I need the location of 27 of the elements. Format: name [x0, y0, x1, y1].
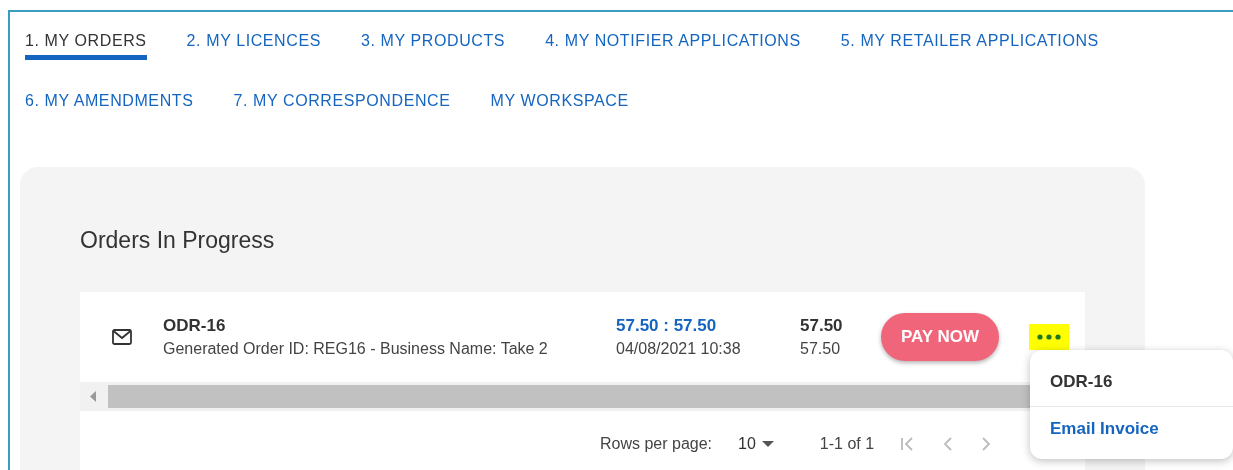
page-range: 1-1 of 1 [819, 434, 875, 453]
menu-item[interactable]: Email Invoice [1030, 407, 1179, 459]
more-icon [1037, 334, 1061, 340]
order-date: 04/08/2021 10:38 [616, 340, 742, 358]
pay-now-button[interactable]: PAY NOW [881, 313, 999, 361]
order-amount: 57.50 [800, 340, 842, 358]
section-title: Orders In Progress [80, 227, 276, 254]
tab[interactable]: MY WORKSPACE [490, 72, 629, 120]
tab[interactable]: 3. MY PRODUCTS [361, 12, 506, 60]
order-id: ODR-16 [163, 316, 227, 336]
more-button[interactable] [1029, 324, 1069, 350]
rows-per-page-select[interactable]: 10 [732, 433, 780, 454]
order-total: 57.50 [800, 316, 844, 336]
tab[interactable]: 2. MY LICENCES [186, 12, 321, 60]
amount-ratio: 57.50 : 57.50 [616, 316, 718, 336]
tab[interactable]: 5. MY RETAILER APPLICATIONS [840, 12, 1099, 60]
previous-page-button[interactable] [942, 435, 955, 452]
next-page-button[interactable] [980, 435, 993, 452]
order-description: Generated Order ID: REG16 - Business Name: Take 2 [163, 340, 549, 358]
envelope-icon [111, 329, 132, 345]
rows-per-page-label: Rows per page: [600, 434, 713, 453]
menu-title: ODR-16 [1030, 350, 1233, 407]
caret-icon [761, 440, 774, 447]
tab[interactable]: 6. MY AMENDMENTS [25, 72, 194, 120]
tab[interactable]: 7. MY CORRESPONDENCE [233, 72, 451, 120]
tab[interactable]: 1. MY ORDERS [25, 12, 147, 60]
tab[interactable]: 4. MY NOTIFIER APPLICATIONS [545, 12, 801, 60]
